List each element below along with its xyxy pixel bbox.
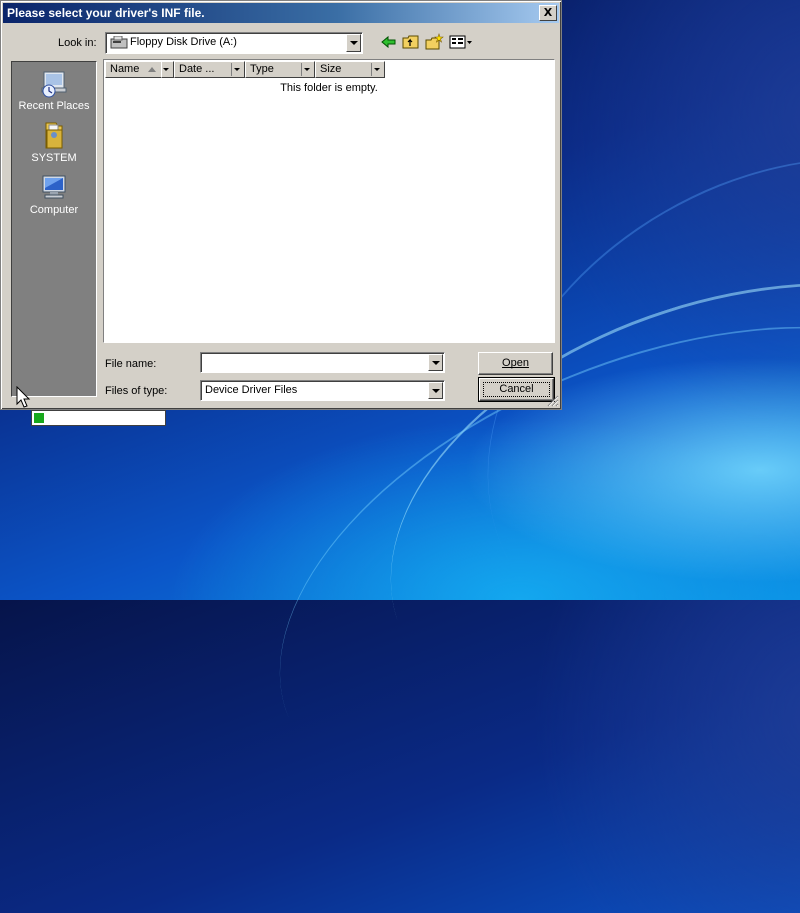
- view-menu-icon[interactable]: [448, 33, 474, 51]
- files-of-type-dropdown-button[interactable]: [428, 382, 443, 399]
- files-of-type-select[interactable]: Device Driver Files: [200, 380, 445, 401]
- places-bar: Recent Places SYSTEM Computer: [11, 61, 97, 397]
- column-header-type[interactable]: Type: [245, 61, 315, 78]
- place-label: SYSTEM: [31, 152, 77, 164]
- chevron-down-icon: [161, 63, 172, 76]
- column-header-date[interactable]: Date ...: [174, 61, 245, 78]
- column-header-label: Size: [320, 63, 342, 75]
- column-header-label: Date ...: [179, 63, 215, 75]
- column-header-size[interactable]: Size: [315, 61, 385, 78]
- title-bar[interactable]: Please select your driver's INF file. X: [3, 3, 559, 23]
- progress-fill: [34, 413, 44, 423]
- sort-ascending-icon: [148, 67, 156, 72]
- place-system[interactable]: SYSTEM: [12, 120, 96, 164]
- focus-rectangle: [483, 382, 550, 397]
- close-button[interactable]: X: [539, 5, 557, 21]
- new-folder-icon[interactable]: [424, 33, 444, 51]
- open-button-label: Open: [502, 357, 529, 369]
- up-folder-icon[interactable]: [401, 33, 421, 51]
- place-computer[interactable]: Computer: [12, 172, 96, 216]
- chevron-down-icon[interactable]: [301, 63, 313, 76]
- resize-grip-icon[interactable]: [547, 395, 559, 407]
- look-in-combo[interactable]: Floppy Disk Drive (A:): [105, 32, 363, 54]
- progress-bar: [31, 410, 166, 426]
- file-name-input[interactable]: [200, 352, 445, 373]
- place-label: Computer: [29, 204, 79, 216]
- chevron-down-icon[interactable]: [371, 63, 383, 76]
- files-of-type-label: Files of type:: [105, 385, 168, 397]
- empty-folder-message: This folder is empty.: [280, 82, 378, 94]
- file-name-dropdown-button[interactable]: [428, 354, 443, 371]
- computer-icon: [42, 175, 66, 199]
- column-header-label: Type: [250, 63, 274, 75]
- look-in-label: Look in:: [58, 37, 97, 49]
- mouse-pointer-icon: [16, 386, 31, 408]
- look-in-value: Floppy Disk Drive (A:): [130, 36, 237, 48]
- files-of-type-value: Device Driver Files: [205, 384, 298, 396]
- open-file-dialog: Please select your driver's INF file. X …: [0, 0, 562, 410]
- dialog-title: Please select your driver's INF file.: [7, 6, 205, 20]
- place-label: Recent Places: [18, 100, 90, 112]
- user-folder-icon: [45, 122, 63, 149]
- chevron-down-icon[interactable]: [231, 63, 243, 76]
- place-recent-places[interactable]: Recent Places: [12, 68, 96, 112]
- file-name-label: File name:: [105, 358, 157, 370]
- floppy-drive-icon: [110, 36, 128, 49]
- column-header-name-dropdown[interactable]: [161, 61, 174, 78]
- close-icon: X: [543, 6, 553, 19]
- cancel-button[interactable]: Cancel: [478, 377, 555, 402]
- recent-places-icon: [41, 71, 67, 98]
- back-arrow-icon[interactable]: [379, 33, 399, 51]
- file-list[interactable]: Name Date ... Type Size This folder is e…: [103, 59, 555, 343]
- look-in-dropdown-button[interactable]: [346, 34, 361, 52]
- column-header-label: Name: [110, 63, 140, 75]
- open-button[interactable]: Open: [478, 352, 553, 375]
